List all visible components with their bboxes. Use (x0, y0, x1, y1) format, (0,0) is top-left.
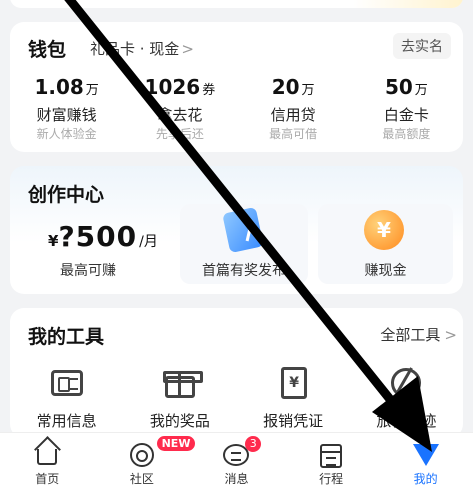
wallet-unit: 万 (301, 83, 315, 98)
tool-label: 旅行足迹 (376, 412, 437, 430)
nav-label: 社区 (129, 472, 154, 486)
home-icon (37, 449, 58, 465)
wallet-label: 拿去花 (157, 106, 203, 124)
earn-cash-label: 赚现金 (364, 263, 407, 279)
id-card-icon (50, 370, 83, 396)
wallet-label: 白金卡 (383, 106, 429, 124)
tool-label: 我的奖品 (149, 412, 210, 430)
wallet-unit: 万 (85, 83, 99, 98)
nav-home[interactable]: 首页 (0, 433, 95, 488)
document-icon (222, 206, 264, 254)
tool-contact-info[interactable]: 常用信息 (10, 364, 123, 431)
tool-label: 报销凭证 (263, 412, 324, 430)
first-post-reward-label: 首篇有奖发布 (202, 263, 286, 279)
first-post-reward-card[interactable]: 首篇有奖发布 (180, 204, 308, 284)
currency-symbol: ¥ (48, 232, 59, 250)
wallet-value: 1.08 (34, 75, 84, 99)
nav-label: 行程 (319, 472, 344, 486)
wallet-value: 50 (384, 75, 413, 99)
wallet-item-platinum[interactable]: 50 万 白金卡 最高额度 (350, 76, 463, 141)
wallet-item-nqh[interactable]: 1026 券 拿去花 先享后还 (123, 76, 236, 141)
creator-center-card: 创作中心 ¥?500/月 最高可赚 首篇有奖发布 ¥ 赚现金 (10, 166, 463, 294)
receipt-icon: ¥ (281, 367, 308, 399)
wallet-desc: 最高可借 (269, 127, 318, 141)
nav-label: 我的 (413, 472, 438, 486)
my-tools-title: 我的工具 (28, 326, 105, 348)
nav-profile[interactable]: 我的 (378, 433, 473, 488)
realname-button[interactable]: 去实名 (393, 33, 451, 59)
wallet-desc: 新人体验金 (36, 127, 97, 141)
wallet-desc: 先享后还 (155, 127, 204, 141)
tool-my-prizes[interactable]: 我的奖品 (123, 364, 236, 431)
tool-travel-footprint[interactable]: 旅行足迹 (350, 364, 463, 431)
earnings-amount[interactable]: ¥?500/月 (48, 220, 158, 253)
calendar-icon (320, 444, 343, 468)
wallet-label: 财富赚钱 (36, 106, 97, 124)
amount-period: /月 (139, 234, 158, 250)
chevron-right-icon: > (444, 326, 457, 344)
nav-label: 首页 (35, 472, 60, 486)
wallet-unit: 万 (414, 83, 428, 98)
nav-messages[interactable]: 消息 3 (189, 433, 284, 488)
wallet-item-wealth[interactable]: 1.08 万 财富赚钱 新人体验金 (10, 76, 123, 141)
wallet-value: 1026 (144, 75, 201, 99)
wallet-subtitle: 礼品卡 · 现金 (90, 40, 180, 58)
top-banner-hint (353, 0, 463, 8)
creator-center-title: 创作中心 (28, 184, 105, 206)
wallet-label: 信用贷 (270, 106, 316, 124)
all-tools-label: 全部工具 (380, 326, 441, 344)
coin-icon: ¥ (364, 210, 404, 250)
wallet-items: 1.08 万 财富赚钱 新人体验金 1026 券 拿去花 先享后还 20 万 信用贷 … (10, 76, 463, 141)
community-icon (129, 443, 154, 467)
tool-row: 常用信息 我的奖品 ¥ 报销凭证 旅行足迹 (10, 364, 463, 431)
tool-reimbursement[interactable]: ¥ 报销凭证 (237, 364, 350, 431)
profile-icon (412, 444, 439, 466)
all-tools-link[interactable]: 全部工具 > (380, 324, 457, 345)
top-card-remnant (10, 0, 463, 8)
wallet-unit: 券 (202, 83, 216, 98)
wallet-desc: 最高额度 (382, 127, 431, 141)
unread-count-badge: 3 (245, 436, 262, 452)
wallet-title: 钱包 (28, 39, 67, 61)
amount-value: ?500 (58, 220, 138, 253)
wallet-item-loan[interactable]: 20 万 信用贷 最高可借 (237, 76, 350, 141)
chevron-right-icon: > (181, 40, 194, 58)
tool-label: 常用信息 (36, 412, 97, 430)
wallet-card: 钱包 礼品卡 · 现金 > 去实名 1.08 万 财富赚钱 新人体验金 1026 券 … (10, 22, 463, 152)
gift-icon (162, 371, 203, 398)
globe-icon (391, 368, 422, 398)
nav-label: 消息 (224, 472, 249, 486)
earn-cash-card[interactable]: ¥ 赚现金 (318, 204, 453, 284)
wallet-value: 20 (271, 75, 300, 99)
wallet-subtitle-link[interactable]: 礼品卡 · 现金 > (90, 38, 194, 59)
amount-label: 最高可赚 (60, 263, 116, 279)
bottom-nav: 首页 社区 NEW 消息 3 行程 我的 (0, 432, 473, 488)
nav-community[interactable]: 社区 NEW (95, 433, 196, 488)
my-tools-card: 我的工具 全部工具 > 常用信息 我的奖品 ¥ 报销凭证 旅行足迹 (10, 308, 463, 438)
nav-itinerary[interactable]: 行程 (284, 433, 379, 488)
